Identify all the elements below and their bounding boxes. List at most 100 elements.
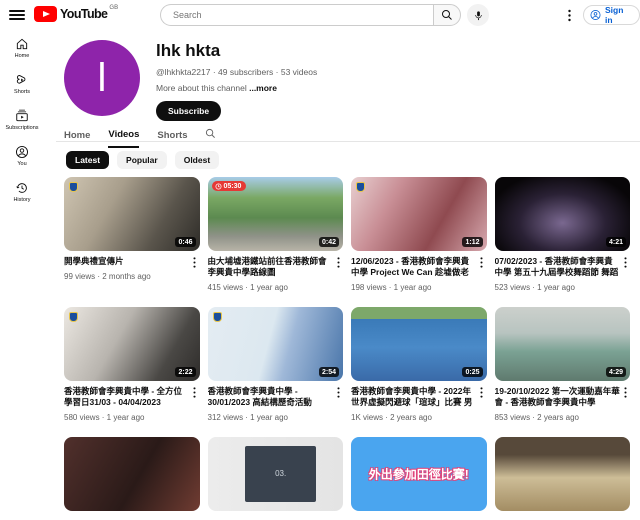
search-input[interactable] [173, 10, 413, 20]
video-menu-icon[interactable] [333, 386, 343, 409]
channel-tabs: Home Videos Shorts [64, 126, 216, 150]
subscribe-button[interactable]: Subscribe [156, 101, 221, 121]
more-options-icon[interactable] [561, 7, 577, 23]
menu-icon[interactable] [8, 7, 26, 23]
video-title[interactable]: 香港教師會李興貴中學 - 全方位學習日31/03 - 04/04/2023 [64, 386, 190, 409]
video-thumbnail[interactable]: 4:21 [495, 177, 631, 251]
channel-search-icon[interactable] [205, 126, 216, 150]
video-thumbnail[interactable]: 0:25 [351, 307, 487, 381]
video-title[interactable]: 19-20/10/2022 第一次運動嘉年華會 - 香港教師會李興貴中學 [495, 386, 621, 409]
video-duration: 1:12 [462, 237, 482, 247]
school-crest-icon [69, 182, 78, 192]
video-meta: 312 views · 1 year ago [208, 413, 344, 422]
more-link[interactable]: ...more [249, 83, 277, 93]
clock-icon [215, 183, 222, 190]
video-duration: 2:22 [175, 367, 195, 377]
channel-about[interactable]: More about this channel ...more [156, 83, 317, 93]
tab-home[interactable]: Home [64, 130, 90, 147]
sidebar-item-subscriptions[interactable]: Subscriptions [0, 102, 44, 138]
video-meta: 523 views · 1 year ago [495, 283, 631, 292]
video-card[interactable]: 外出參加田徑比賽! [351, 437, 487, 520]
sidebar-item-history[interactable]: History [0, 174, 44, 210]
video-thumbnail[interactable]: 4:29 [495, 307, 631, 381]
person-icon [590, 9, 601, 21]
premiere-badge: 05:30 [212, 181, 247, 191]
chip-oldest[interactable]: Oldest [175, 151, 219, 169]
video-card[interactable]: 0:42 05:30 由大埔墟港鐵站前往香港教師會李興貴中學路線圖 415 vie… [208, 177, 344, 292]
video-thumbnail[interactable]: 0:42 05:30 [208, 177, 344, 251]
youtube-logo[interactable]: YouTube GB [34, 6, 118, 22]
video-title[interactable]: 開學典禮宣傳片 [64, 256, 190, 268]
mic-button[interactable] [467, 4, 489, 26]
video-title[interactable]: 香港教師會李興貴中學 - 2022年世界虛擬閃避球「瑄球」比賽 男子U16… [351, 386, 477, 409]
video-menu-icon[interactable] [620, 256, 630, 279]
video-card[interactable] [495, 437, 631, 520]
youtube-logo-text: YouTube [60, 6, 107, 22]
video-meta: 415 views · 1 year ago [208, 283, 344, 292]
sign-in-button[interactable]: Sign in [583, 5, 640, 25]
video-meta: 853 views · 2 years ago [495, 413, 631, 422]
video-title[interactable]: 由大埔墟港鐵站前往香港教師會李興貴中學路線圖 [208, 256, 334, 279]
video-card[interactable]: 2:22 香港教師會李興貴中學 - 全方位學習日31/03 - 04/04/20… [64, 307, 200, 422]
mini-sidebar: Home Shorts Subscriptions You History [0, 30, 50, 210]
school-crest-icon [69, 312, 78, 322]
subscriptions-icon [15, 109, 29, 123]
video-menu-icon[interactable] [190, 386, 200, 409]
you-icon [15, 145, 29, 159]
video-title[interactable]: 12/06/2023 - 香港教師會李興貴中學 Project We Can 趁… [351, 256, 477, 279]
video-meta: 1K views · 2 years ago [351, 413, 487, 422]
video-card[interactable]: 0:25 香港教師會李興貴中學 - 2022年世界虛擬閃避球「瑄球」比賽 男子U… [351, 307, 487, 422]
video-duration: 0:42 [319, 237, 339, 247]
school-crest-icon [356, 182, 365, 192]
video-meta: 99 views · 2 months ago [64, 272, 200, 281]
video-thumbnail[interactable] [495, 437, 631, 511]
thumbnail-slide: 03. [245, 446, 315, 502]
video-thumbnail[interactable] [64, 437, 200, 511]
video-card[interactable]: 1:12 12/06/2023 - 香港教師會李興貴中學 Project We … [351, 177, 487, 292]
video-thumbnail[interactable]: 外出參加田徑比賽! [351, 437, 487, 511]
video-thumbnail[interactable]: 2:22 [64, 307, 200, 381]
video-title[interactable]: 07/02/2023 - 香港教師會李興貴中學 第五十九屆學校舞蹈節 舞蹈名稱… [495, 256, 621, 279]
video-thumbnail[interactable]: 0:46 [64, 177, 200, 251]
sidebar-item-shorts[interactable]: Shorts [0, 66, 44, 102]
region-label: GB [109, 5, 118, 11]
chip-popular[interactable]: Popular [117, 151, 167, 169]
sidebar-item-you[interactable]: You [0, 138, 44, 174]
chip-latest[interactable]: Latest [66, 151, 109, 169]
video-thumbnail[interactable]: 03. [208, 437, 344, 511]
channel-header: l lhk hkta @lhkhkta2217 · 49 subscribers… [64, 40, 317, 121]
video-duration: 0:46 [175, 237, 195, 247]
tab-shorts[interactable]: Shorts [157, 130, 187, 147]
video-menu-icon[interactable] [477, 386, 487, 409]
video-card[interactable]: 4:29 19-20/10/2022 第一次運動嘉年華會 - 香港教師會李興貴中… [495, 307, 631, 422]
search-button[interactable] [433, 4, 461, 26]
video-menu-icon[interactable] [190, 256, 200, 268]
tab-videos[interactable]: Videos [108, 129, 139, 148]
video-card[interactable] [64, 437, 200, 520]
video-title[interactable]: 香港教師會李興貴中學 - 30/01/2023 高結構歷奇活動 [208, 386, 334, 409]
sidebar-item-home[interactable]: Home [0, 30, 44, 66]
video-meta: 580 views · 1 year ago [64, 413, 200, 422]
search-icon [441, 9, 453, 21]
youtube-play-icon [34, 6, 57, 22]
video-duration: 2:54 [319, 367, 339, 377]
video-thumbnail[interactable]: 2:54 [208, 307, 344, 381]
video-card[interactable]: 03. [208, 437, 344, 520]
video-menu-icon[interactable] [477, 256, 487, 279]
video-card[interactable]: 4:21 07/02/2023 - 香港教師會李興貴中學 第五十九屆學校舞蹈節 … [495, 177, 631, 292]
top-bar: YouTube GB Sign in [0, 0, 640, 30]
video-card[interactable]: 0:46 開學典禮宣傳片 99 views · 2 months ago [64, 177, 200, 292]
video-card[interactable]: 2:54 香港教師會李興貴中學 - 30/01/2023 高結構歷奇活動 312… [208, 307, 344, 422]
channel-avatar[interactable]: l [64, 40, 140, 116]
mic-icon [473, 10, 484, 21]
history-icon [15, 181, 29, 195]
video-menu-icon[interactable] [620, 386, 630, 409]
video-thumbnail[interactable]: 1:12 [351, 177, 487, 251]
video-menu-icon[interactable] [333, 256, 343, 279]
tabs-divider [56, 141, 640, 142]
home-icon [15, 37, 29, 51]
filter-chips: Latest Popular Oldest [66, 151, 219, 169]
video-duration: 4:29 [606, 367, 626, 377]
channel-meta: @lhkhkta2217 · 49 subscribers · 53 video… [156, 67, 317, 77]
sign-in-label: Sign in [605, 5, 631, 25]
